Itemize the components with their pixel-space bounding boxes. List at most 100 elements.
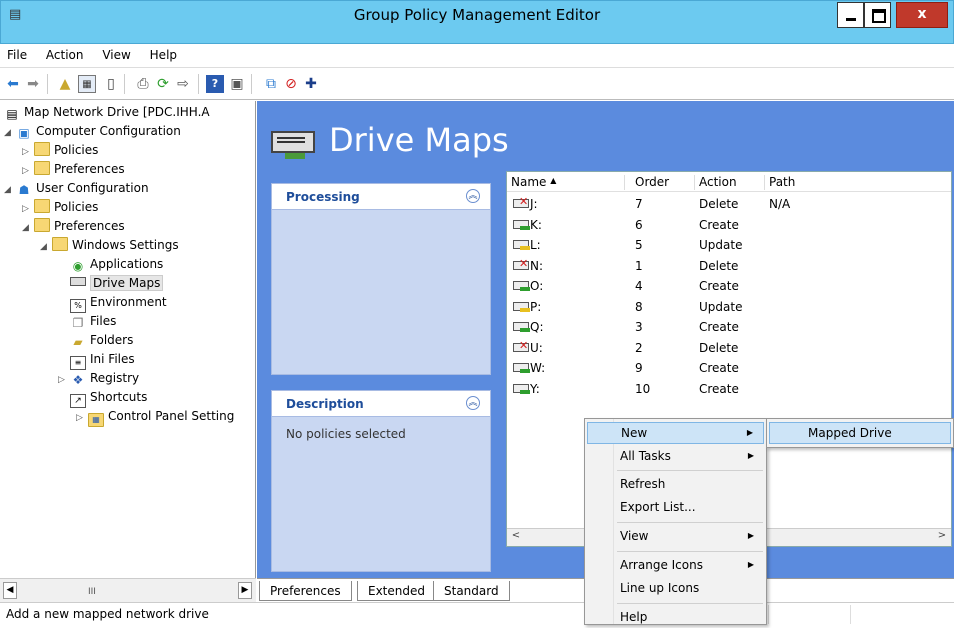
tree-item-registry[interactable]: ▷ ❖ Registry [58,369,139,388]
title-bar: ▤ Group Policy Management Editor x [0,0,954,44]
print-icon[interactable]: ⎙ [134,75,152,93]
row-order-cell: 4 [635,279,643,293]
row-name-cell: O: [509,279,543,293]
tab-extended[interactable]: Extended [357,581,436,601]
table-row[interactable]: Q: 3 Create [507,317,951,338]
description-panel-title: Description [272,391,490,417]
tree-item-files[interactable]: ❐ Files [70,312,117,331]
scroll-thumb[interactable]: III [88,587,96,597]
clipboard-icon[interactable]: ▯ [102,75,120,93]
tree-item-computer-preferences[interactable]: ▷ Preferences [22,160,125,179]
tree-item-root[interactable]: ▤ Map Network Drive [PDC.IHH.A [4,103,209,122]
status-cell [850,605,851,624]
collapsed-arrow-icon[interactable]: ▷ [58,371,70,390]
toolbar-separator [251,74,252,94]
menu-file[interactable]: File [0,44,35,62]
help-icon[interactable]: ? [206,75,224,93]
table-row[interactable]: O: 4 Create [507,276,951,297]
scroll-left-icon[interactable]: < [509,530,523,545]
menu-help[interactable]: Help [143,44,185,62]
table-row[interactable]: U: 2 Delete [507,338,951,359]
new-submenu: Mapped Drive [766,418,954,448]
close-button[interactable]: x [896,2,948,28]
column-header-action[interactable]: Action [695,175,765,190]
expanded-arrow-icon[interactable]: ◢ [40,238,52,257]
control-panel-icon: ▦ [88,413,104,427]
tree-item-user-policies[interactable]: ▷ Policies [22,198,98,217]
menu-item-line-up-icons[interactable]: Line up Icons [587,577,764,599]
table-row[interactable]: Y: 10 Create [507,379,951,400]
menu-item-arrange-icons[interactable]: Arrange Icons ▶ [587,554,764,576]
row-order-cell: 9 [635,361,643,375]
tree-item-folders[interactable]: ▰ Folders [70,331,133,350]
menu-item-view[interactable]: View ▶ [587,525,764,547]
expanded-arrow-icon[interactable]: ◢ [4,181,16,200]
tab-standard[interactable]: Standard [433,581,510,601]
table-row[interactable]: P: 8 Update [507,297,951,318]
menu-item-mapped-drive[interactable]: Mapped Drive [769,422,951,444]
tree-item-user-preferences[interactable]: ◢ Preferences [22,217,125,236]
row-action-cell: Create [699,320,739,334]
menu-item-all-tasks[interactable]: All Tasks ▶ [587,445,764,467]
scroll-left-icon[interactable]: ◀ [3,582,17,599]
row-action-cell: Create [699,217,739,232]
tree-item-control-panel-settings[interactable]: ▷ ▦ Control Panel Setting [76,407,234,428]
collapse-chevron-icon[interactable]: ︽ [466,189,480,203]
maximize-button[interactable] [864,2,891,28]
folder-icon [34,142,50,156]
export-list-icon[interactable]: ⇨ [174,75,192,93]
tree-item-windows-settings[interactable]: ◢ Windows Settings [40,236,179,255]
tree-item-user-configuration[interactable]: ◢ ☗ User Configuration [4,179,149,198]
tree-item-environment[interactable]: % Environment [70,293,167,313]
tree-item-computer-configuration[interactable]: ◢ ▣ Computer Configuration [4,122,181,141]
expanded-arrow-icon[interactable]: ◢ [4,124,16,143]
status-message: Add a new mapped network drive [6,607,209,621]
menu-view[interactable]: View [95,44,138,62]
toolbar-separator [198,74,199,94]
collapse-chevron-icon[interactable]: ︽ [466,396,480,410]
column-header-name[interactable]: Name ▲ [507,175,625,190]
menu-action[interactable]: Action [39,44,92,62]
row-action-cell: Create [699,381,739,396]
scroll-right-icon[interactable]: > [935,530,949,545]
ini-file-icon: ≡ [70,356,86,370]
mapped-drive-icon [513,322,530,332]
menu-separator [617,551,763,552]
tree-item-applications[interactable]: ◉ Applications [70,255,164,274]
menu-item-new[interactable]: New ▶ [587,422,764,444]
table-row[interactable]: L: 5 Update [507,235,951,256]
refresh-icon[interactable]: ⟳ [154,75,172,93]
table-row[interactable]: N: 1 Delete [507,256,951,277]
forward-arrow-icon[interactable]: ➡ [24,75,42,93]
row-action-cell: Delete [699,340,739,355]
tree-horizontal-scrollbar[interactable]: ◀ III ▶ [0,578,256,602]
table-row[interactable]: K: 6 Create [507,215,951,236]
minimize-button[interactable] [837,2,864,28]
expanded-arrow-icon[interactable]: ◢ [22,219,34,238]
context-menu: New ▶ All Tasks ▶ Refresh Export List... V… [584,418,767,625]
tree-item-computer-policies[interactable]: ▷ Policies [22,141,98,160]
tab-preferences[interactable]: Preferences [259,581,352,601]
up-folder-icon[interactable]: ▲ [56,75,74,93]
add-icon[interactable]: ✚ [302,75,320,93]
folder-icon [52,237,68,251]
tree-item-drive-maps[interactable]: Drive Maps [70,274,164,293]
collapsed-arrow-icon[interactable]: ▷ [76,409,88,428]
table-row[interactable]: J: 7 Delete N/A [507,194,951,215]
table-row[interactable]: W: 9 Create [507,358,951,379]
menu-item-refresh[interactable]: Refresh [587,473,764,495]
toolbar-separator [47,74,48,94]
properties-icon[interactable]: ⧉ [262,75,280,93]
scroll-right-icon[interactable]: ▶ [238,582,252,599]
row-order-cell: 3 [635,320,643,334]
menu-item-export-list[interactable]: Export List... [587,496,764,518]
tree-item-shortcuts[interactable]: ↗ Shortcuts [70,388,147,408]
back-arrow-icon[interactable]: ⬅ [4,75,22,93]
column-header-path[interactable]: Path [765,175,945,190]
tree-item-ini-files[interactable]: ≡ Ini Files [70,350,135,370]
show-hide-tree-icon[interactable]: ▦ [78,75,96,93]
stop-icon[interactable]: ⊘ [282,75,300,93]
column-header-order[interactable]: Order [631,175,695,190]
show-hide-action-pane-icon[interactable]: ▣ [228,75,246,93]
row-name-cell: J: [509,195,538,211]
